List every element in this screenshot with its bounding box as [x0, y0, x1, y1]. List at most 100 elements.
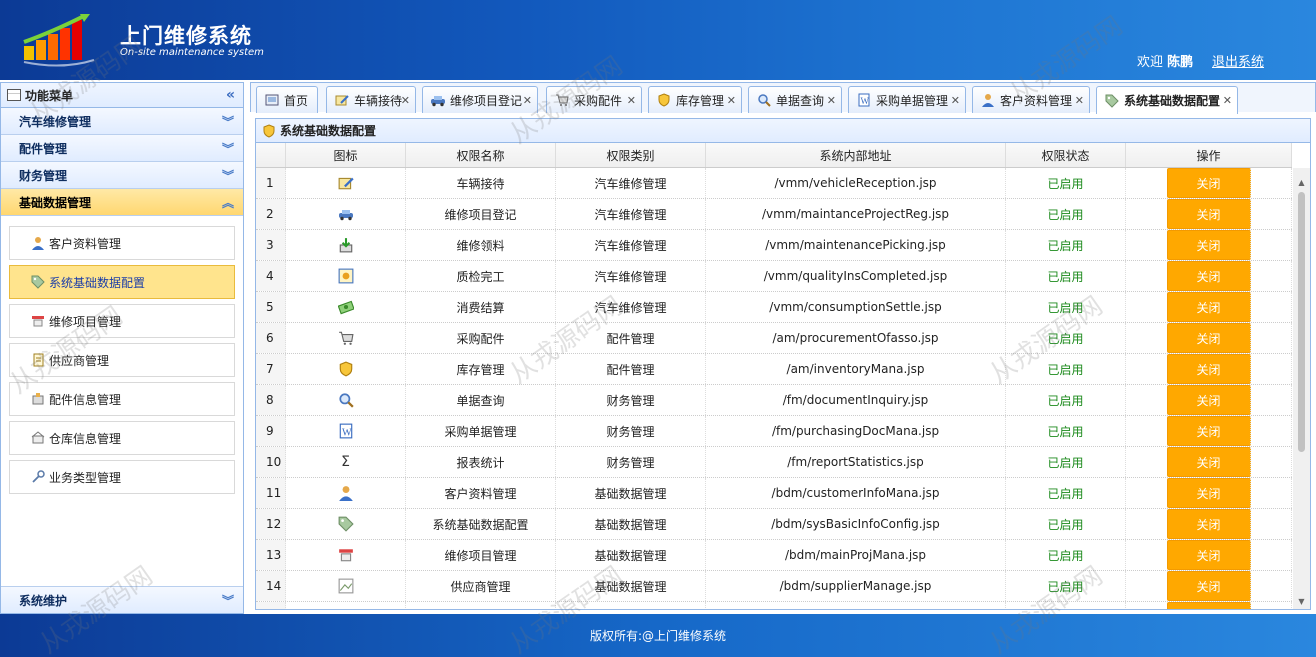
close-permission-button[interactable]: 关闭 [1166, 478, 1251, 508]
tab-repair-register[interactable]: 维修项目登记 ✕ [422, 86, 538, 113]
tab-document-query[interactable]: 单据查询 ✕ [748, 86, 842, 113]
pencil-note-icon [334, 92, 350, 108]
table-row[interactable]: 6 采购配件 配件管理/am/procurementOfasso.jsp 已启用 关闭 [256, 323, 1292, 354]
table-row[interactable]: 11 客户资料管理 基础数据管理/bdm/customerInfoMana.jsp 已… [256, 478, 1292, 509]
sigma-icon: Σ [341, 454, 350, 470]
close-permission-button[interactable]: 关闭 [1166, 416, 1251, 446]
permission-category: 汽车维修管理 [556, 292, 706, 322]
sidebar-item-warehouse[interactable]: 仓库信息管理 [9, 421, 235, 455]
table-body: 1 车辆接待 汽车维修管理/vmm/vehicleReception.jsp 已启用关… [256, 168, 1292, 609]
sidebar-item-parts-info[interactable]: 配件信息管理 [9, 382, 235, 416]
col-header-icon[interactable]: 图标 [286, 143, 406, 167]
section-label: 系统维护 [19, 593, 68, 608]
table-row[interactable]: 10 Σ 报表统计 财务管理/fm/reportStatistics.jsp 已启用 关闭 [256, 447, 1292, 478]
close-permission-button[interactable]: 关闭 [1166, 199, 1251, 229]
cart-icon [554, 92, 570, 108]
col-header-action[interactable]: 操作 [1126, 143, 1292, 167]
row-number: 14 [256, 571, 286, 601]
action-cell: 关闭 [1126, 261, 1292, 291]
section-parts[interactable]: 配件管理 ︾ [1, 135, 243, 162]
table-row[interactable]: 5 消费结算 汽车维修管理/vmm/consumptionSettle.jsp 已启用… [256, 292, 1292, 323]
sidebar-item-repair-project[interactable]: 维修项目管理 [9, 304, 235, 338]
double-chevron-down-icon: ︾ [221, 593, 234, 608]
table-row[interactable]: 1 车辆接待 汽车维修管理/vmm/vehicleReception.jsp 已启用 关… [256, 168, 1292, 199]
permission-name: 车辆接待 [406, 168, 556, 198]
scroll-up-icon[interactable]: ▲ [1293, 174, 1310, 190]
close-permission-button[interactable]: 关闭 [1166, 230, 1251, 260]
action-cell: 关闭 [1126, 478, 1292, 508]
permission-category: 汽车维修管理 [556, 168, 706, 198]
table-row[interactable]: 8 单据查询 财务管理/fm/documentInquiry.jsp 已启用 关闭 [256, 385, 1292, 416]
permission-status: 已启用 [1006, 447, 1126, 477]
table-row[interactable]: 2 维修项目登记 汽车维修管理/vmm/maintanceProjectReg.js… [256, 199, 1292, 230]
scroll-thumb[interactable] [1298, 192, 1305, 452]
tab-purchase-parts[interactable]: 采购配件 ✕ [546, 86, 642, 113]
table-row[interactable]: 14 供应商管理 基础数据管理/bdm/supplierManage.jsp 已启用 关… [256, 571, 1292, 602]
permission-name: 维修项目管理 [406, 540, 556, 570]
row-number: 8 [256, 385, 286, 415]
close-permission-button[interactable]: 关闭 [1166, 447, 1251, 477]
close-permission-button[interactable]: 关闭 [1166, 261, 1251, 291]
tab-purchase-docs[interactable]: W 采购单据管理 ✕ [848, 86, 966, 113]
permission-name: 采购配件 [406, 323, 556, 353]
table-row[interactable]: 13 维修项目管理 基础数据管理/bdm/mainProjMana.jsp 已启用 关闭 [256, 540, 1292, 571]
table-row[interactable]: 4 质检完工 汽车维修管理/vmm/qualityInsCompleted.jsp 已… [256, 261, 1292, 292]
section-system-maintenance[interactable]: 系统维护 ︾ [1, 586, 243, 613]
close-icon[interactable]: ✕ [1223, 94, 1232, 107]
section-finance[interactable]: 财务管理 ︾ [1, 162, 243, 189]
sidebar-item-supplier[interactable]: 供应商管理 [9, 343, 235, 377]
close-permission-button[interactable]: 关闭 [1166, 540, 1251, 570]
close-permission-button[interactable]: 关闭 [1166, 323, 1251, 353]
table-row[interactable]: 3 维修领料 汽车维修管理/vmm/maintenancePicking.jsp 已启… [256, 230, 1292, 261]
tab-home[interactable]: 首页 [256, 86, 318, 113]
row-icon-cell [286, 509, 406, 539]
close-icon[interactable]: ✕ [523, 94, 532, 107]
sidebar-item-business-type[interactable]: 业务类型管理 [9, 460, 235, 494]
logout-link[interactable]: 退出系统 [1212, 51, 1264, 70]
tab-customer-info[interactable]: 客户资料管理 ✕ [972, 86, 1090, 113]
permission-status: 已启用 [1006, 168, 1126, 198]
close-icon[interactable]: ✕ [627, 94, 636, 107]
sidebar-item-label: 维修项目管理 [49, 314, 122, 329]
permission-status: 已启用 [1006, 571, 1126, 601]
col-header-url[interactable]: 系统内部地址 [706, 143, 1006, 167]
col-header-category[interactable]: 权限类别 [556, 143, 706, 167]
close-permission-button[interactable]: 关闭 [1166, 571, 1251, 601]
tab-vehicle-reception[interactable]: 车辆接待 ✕ [326, 86, 416, 113]
close-icon[interactable]: ✕ [401, 94, 410, 107]
close-icon[interactable]: ✕ [1075, 94, 1084, 107]
close-permission-button[interactable]: 关闭 [1166, 168, 1251, 198]
action-cell: 关闭 [1126, 416, 1292, 446]
sidebar-item-sys-config[interactable]: 系统基础数据配置 [9, 265, 235, 299]
table-row[interactable]: 9 W 采购单据管理 财务管理/fm/purchasingDocMana.jsp 已启用… [256, 416, 1292, 447]
action-cell: 关闭 [1126, 571, 1292, 601]
section-auto-repair[interactable]: 汽车维修管理 ︾ [1, 108, 243, 135]
internal-url: /bdm/mainProjMana.jsp [706, 540, 1006, 570]
close-permission-button[interactable]: 关闭 [1166, 602, 1251, 609]
row-icon-cell [286, 168, 406, 198]
close-icon[interactable]: ✕ [827, 94, 836, 107]
close-icon[interactable]: ✕ [727, 94, 736, 107]
close-icon[interactable]: ✕ [951, 94, 960, 107]
vertical-scrollbar[interactable]: ▲ ▼ [1293, 168, 1310, 609]
section-basic-data[interactable]: 基础数据管理 ︽ [1, 189, 243, 216]
tab-label: 库存管理 [676, 93, 725, 108]
scroll-down-icon[interactable]: ▼ [1293, 593, 1310, 609]
row-icon-cell [286, 354, 406, 384]
close-permission-button[interactable]: 关闭 [1166, 385, 1251, 415]
table-row[interactable]: 12 系统基础数据配置 基础数据管理/bdm/sysBasicInfoConfig.… [256, 509, 1292, 540]
tab-inventory[interactable]: 库存管理 ✕ [648, 86, 742, 113]
col-header-name[interactable]: 权限名称 [406, 143, 556, 167]
sidebar-item-customer[interactable]: 客户资料管理 [9, 226, 235, 260]
double-chevron-left-icon[interactable]: « [226, 87, 235, 103]
col-header-status[interactable]: 权限状态 [1006, 143, 1126, 167]
permission-category: 基础数据管理 [556, 571, 706, 601]
close-permission-button[interactable]: 关闭 [1166, 509, 1251, 539]
sidebar-item-label: 业务类型管理 [49, 470, 122, 485]
table-row[interactable]: 7 库存管理 配件管理/am/inventoryMana.jsp 已启用 关闭 [256, 354, 1292, 385]
close-permission-button[interactable]: 关闭 [1166, 354, 1251, 384]
tab-sys-config[interactable]: 系统基础数据配置 ✕ [1096, 86, 1238, 114]
close-permission-button[interactable]: 关闭 [1166, 292, 1251, 322]
table-row[interactable]: 15 关闭 [256, 602, 1292, 609]
action-cell: 关闭 [1126, 323, 1292, 353]
